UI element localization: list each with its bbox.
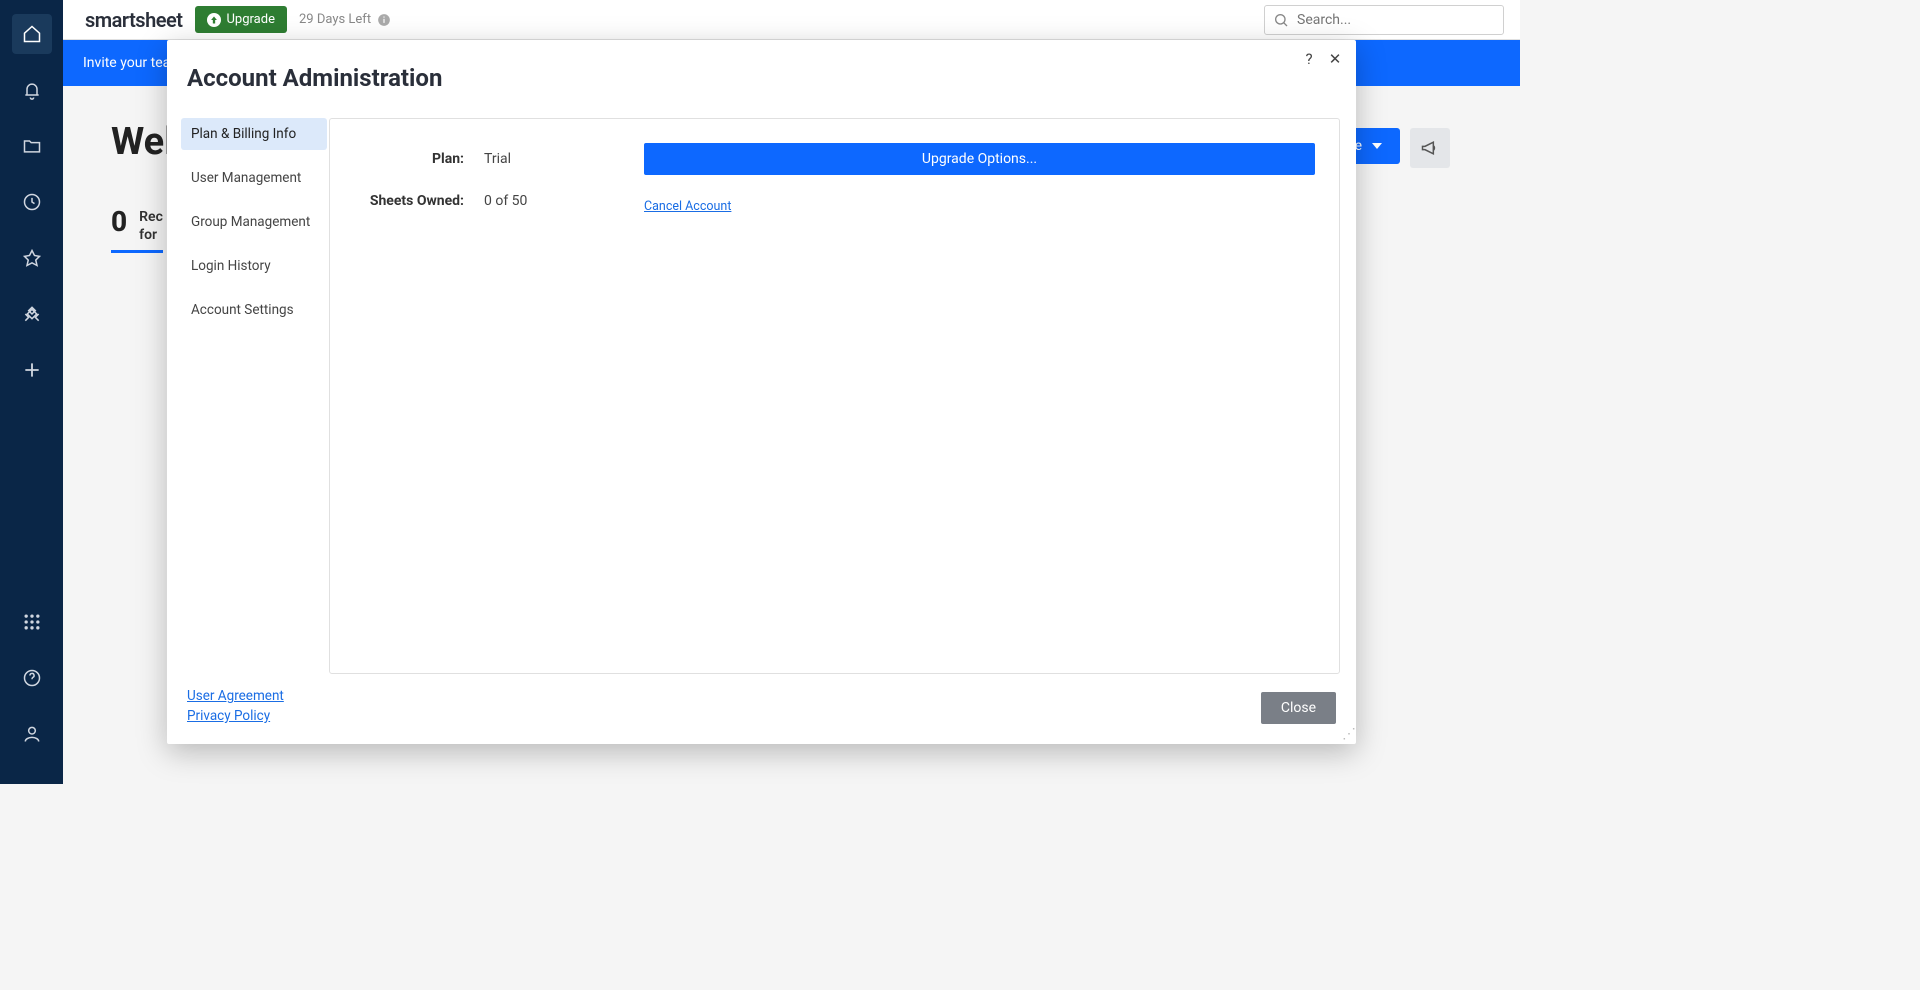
notifications-icon[interactable]: [12, 70, 52, 110]
sidebar-item-user-management[interactable]: User Management: [181, 162, 327, 194]
account-admin-dialog: Account Administration ? ✕ Plan & Billin…: [167, 40, 1356, 744]
dialog-sidebar: Plan & Billing Info User Management Grou…: [167, 118, 327, 674]
sheets-owned-value: 0 of 50: [484, 193, 624, 209]
dialog-close-icon[interactable]: ✕: [1326, 50, 1344, 68]
search-input[interactable]: [1297, 12, 1495, 28]
create-icon[interactable]: [12, 350, 52, 390]
dialog-header: Account Administration ? ✕: [167, 40, 1356, 100]
sidebar-item-account-settings[interactable]: Account Settings: [181, 294, 327, 326]
chevron-down-icon: [1372, 141, 1382, 151]
dialog-footer: User Agreement Privacy Policy Close: [167, 674, 1356, 744]
tab-requests[interactable]: 0 Recfor: [111, 208, 163, 253]
days-left-text: 29 Days Left: [299, 12, 371, 27]
favorites-icon[interactable]: [12, 238, 52, 278]
sidebar-item-login-history[interactable]: Login History: [181, 250, 327, 282]
dialog-controls: ? ✕: [1300, 50, 1344, 68]
home-icon[interactable]: [12, 14, 52, 54]
user-agreement-link[interactable]: User Agreement: [187, 688, 284, 704]
upgrade-button-label: Upgrade: [227, 12, 275, 27]
help-icon[interactable]: [12, 658, 52, 698]
app-logo: smartsheet: [85, 8, 183, 32]
megaphone-icon: [1420, 138, 1440, 158]
trial-days-left: 29 Days Left: [299, 12, 391, 27]
footer-links: User Agreement Privacy Policy: [187, 688, 284, 724]
invite-team-text: Invite your tea: [83, 55, 170, 71]
plan-label: Plan:: [354, 151, 464, 167]
upgrade-button[interactable]: Upgrade: [195, 6, 287, 33]
upgrade-options-button[interactable]: Upgrade Options...: [644, 143, 1315, 175]
plan-value: Trial: [484, 151, 624, 167]
cancel-account-link[interactable]: Cancel Account: [644, 199, 1315, 214]
search-icon: [1273, 12, 1289, 28]
upgrade-arrow-icon: [207, 13, 221, 27]
global-search[interactable]: [1264, 5, 1504, 35]
dialog-body: Plan & Billing Info User Management Grou…: [167, 100, 1356, 674]
sheets-owned-label: Sheets Owned:: [354, 193, 464, 209]
resize-handle-icon[interactable]: ⋰: [1342, 730, 1354, 742]
dialog-content-panel: Plan: Trial Upgrade Options... Sheets Ow…: [329, 118, 1340, 674]
info-icon[interactable]: [377, 13, 391, 27]
sidebar-item-group-management[interactable]: Group Management: [181, 206, 327, 238]
tab-label: Recfor: [139, 208, 163, 244]
dialog-help-icon[interactable]: ?: [1300, 50, 1318, 68]
close-button[interactable]: Close: [1261, 692, 1336, 724]
dialog-title: Account Administration: [187, 64, 1336, 92]
recents-icon[interactable]: [12, 182, 52, 222]
privacy-policy-link[interactable]: Privacy Policy: [187, 708, 284, 724]
left-navigation-rail: [0, 0, 63, 784]
app-launcher-icon[interactable]: [12, 602, 52, 642]
top-bar: smartsheet Upgrade 29 Days Left: [63, 0, 1520, 40]
folder-icon[interactable]: [12, 126, 52, 166]
sidebar-item-plan-billing[interactable]: Plan & Billing Info: [181, 118, 327, 150]
tab-count: 0: [111, 208, 127, 236]
workapps-icon[interactable]: [12, 294, 52, 334]
account-icon[interactable]: [12, 714, 52, 754]
announcements-button[interactable]: [1410, 128, 1450, 168]
